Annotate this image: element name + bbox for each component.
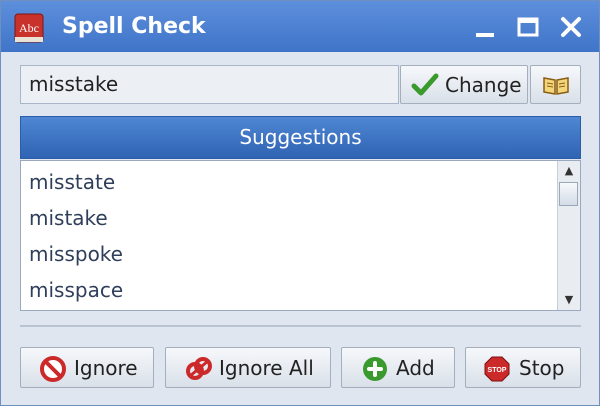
suggestion-item[interactable]: misstate [29, 170, 115, 194]
plus-circle-icon [363, 357, 387, 381]
svg-text:STOP: STOP [488, 367, 507, 374]
divider [20, 325, 581, 327]
checkmark-icon [411, 73, 439, 96]
stop-label: Stop [519, 356, 565, 380]
svg-text:Abc: Abc [19, 21, 39, 35]
spell-check-window: Abc Spell Check Change Suggestions misst [0, 0, 600, 406]
dictionary-button[interactable] [530, 65, 581, 104]
change-button[interactable]: Change [400, 65, 528, 104]
title-bar[interactable]: Abc Spell Check [1, 1, 599, 52]
add-button[interactable]: Add [341, 347, 455, 388]
suggestion-item[interactable]: misspace [29, 278, 123, 302]
scroll-thumb[interactable] [559, 182, 578, 206]
ignore-all-button[interactable]: Ignore All [165, 347, 331, 388]
vertical-scrollbar[interactable]: ▲ ▼ [557, 161, 580, 310]
link-chain-icon [186, 357, 212, 380]
scroll-up-icon[interactable]: ▲ [558, 161, 580, 181]
change-label: Change [445, 73, 522, 97]
suggestions-list[interactable]: misstate mistake misspoke misspace ▲ ▼ [20, 160, 581, 311]
maximize-icon[interactable] [513, 12, 543, 42]
window-title: Spell Check [62, 14, 206, 39]
ignore-all-label: Ignore All [219, 356, 314, 380]
word-input-box [20, 65, 399, 104]
add-label: Add [396, 356, 435, 380]
suggestion-item[interactable]: mistake [29, 206, 108, 230]
stop-button[interactable]: STOP Stop [465, 347, 581, 388]
close-icon[interactable] [556, 12, 586, 42]
suggestions-header: Suggestions [20, 116, 581, 159]
abc-book-icon: Abc [14, 13, 44, 43]
ignore-button[interactable]: Ignore [20, 347, 154, 388]
ignore-label: Ignore [74, 356, 138, 380]
no-entry-icon [40, 356, 66, 382]
open-book-icon [543, 77, 569, 95]
scroll-down-icon[interactable]: ▼ [558, 290, 580, 310]
word-input[interactable] [29, 66, 389, 103]
suggestion-item[interactable]: misspoke [29, 242, 123, 266]
stop-sign-icon: STOP [484, 356, 510, 382]
minimize-icon[interactable] [470, 12, 500, 42]
